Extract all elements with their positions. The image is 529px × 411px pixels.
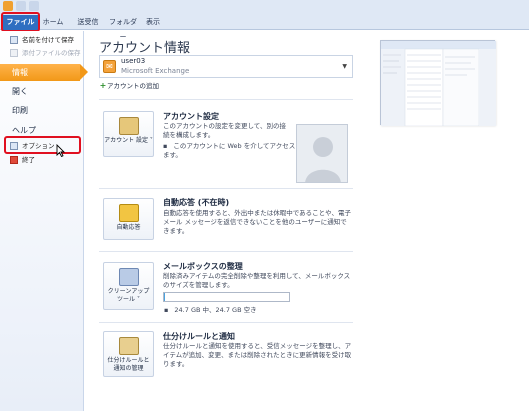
rules-alerts-button-label: 仕分けルールと 通知の管理: [107, 357, 150, 372]
mouse-cursor-icon: [56, 144, 65, 157]
account-type: Microsoft Exchange: [121, 67, 190, 75]
chevron-down-icon: ▼: [342, 63, 347, 70]
tab-folder[interactable]: フォルダー: [107, 15, 139, 41]
mailbox-quota-bar: [163, 292, 290, 302]
cleanup-tools-button[interactable]: クリーンアップ ツール ˅: [103, 262, 154, 310]
divider: [99, 322, 353, 323]
attachment-icon: [10, 49, 18, 57]
outlook-app-icon: [3, 1, 13, 11]
account-settings-title: アカウント設定: [163, 112, 219, 121]
send-receive-icon[interactable]: [16, 1, 26, 11]
backstage-nav: 名前を付けて保存 添付ファイルの保存 情報 開く 印刷 ヘルプ オプション 終了: [0, 31, 88, 411]
auto-reply-button[interactable]: 自動応答: [103, 198, 154, 240]
cleanup-tools-button-label: クリーンアップ ツール ˅: [107, 288, 150, 303]
mailbox-quota-label: 24.7 GB 中、24.7 GB 空き: [174, 306, 257, 314]
account-settings-icon: [118, 117, 139, 135]
user-photo-placeholder[interactable]: [296, 124, 348, 183]
nav-exit-label: 終了: [22, 156, 35, 164]
account-name: user03: [121, 57, 146, 65]
person-silhouette-icon: [305, 137, 341, 182]
page-title: アカウント情報: [99, 41, 191, 56]
account-settings-bullet-text: このアカウントに Web を介してアクセスします。: [163, 142, 302, 159]
nav-save-attachments[interactable]: 添付ファイルの保存: [10, 48, 81, 59]
nav-print[interactable]: 印刷: [0, 102, 84, 119]
divider: [99, 188, 353, 189]
rules-alerts-icon: [118, 337, 139, 355]
mailbox-quota-text: ▪ 24.7 GB 中、24.7 GB 空き: [164, 304, 257, 314]
exit-icon: [10, 156, 18, 164]
auto-reply-title: 自動応答 (不在時): [163, 198, 230, 207]
save-as-icon: [10, 36, 18, 44]
nav-save-as[interactable]: 名前を付けて保存: [10, 35, 74, 46]
mailbox-quota-fill: [164, 293, 166, 301]
print-preview-thumbnail[interactable]: [380, 40, 496, 127]
auto-reply-desc: 自動応答を使用すると、外出中または休暇中であることや、電子メール メッセージを返…: [163, 209, 351, 235]
rules-alerts-button[interactable]: 仕分けルールと 通知の管理: [103, 331, 154, 377]
tab-view[interactable]: 表示: [141, 15, 165, 30]
bullet-icon: ▪: [163, 142, 168, 150]
auto-reply-icon: [118, 204, 139, 222]
divider: [99, 251, 353, 252]
account-settings-button-label: アカウント 設定 ˅: [104, 137, 153, 144]
account-settings-bullet: ▪ このアカウントに Web を介してアクセスします。: [163, 142, 303, 160]
cleanup-tools-icon: [118, 268, 139, 286]
nav-open[interactable]: 開く: [0, 83, 84, 100]
add-account-button[interactable]: +アカウントの追加: [99, 81, 159, 92]
add-account-label: アカウントの追加: [107, 82, 159, 90]
account-selector[interactable]: ✉ user03 Microsoft Exchange ▼: [99, 55, 353, 78]
nav-save-attachments-label: 添付ファイルの保存: [22, 49, 81, 57]
ribbon-tabs: ファイル ホーム 送受信 フォルダー 表示: [0, 13, 529, 41]
nav-exit[interactable]: 終了: [10, 155, 35, 166]
plus-icon: +: [99, 81, 107, 90]
title-bar: [0, 0, 529, 13]
auto-reply-button-label: 自動応答: [116, 224, 141, 231]
nav-info[interactable]: 情報: [0, 64, 88, 81]
undo-icon[interactable]: [29, 1, 39, 11]
account-settings-desc: このアカウントの設定を変更して、別の接続を構成します。: [163, 122, 286, 139]
bullet-icon: ▪: [164, 306, 169, 314]
rules-alerts-desc: 仕分けルールと通知を使用すると、受信メッセージを整理し、アイテムが追加、変更、ま…: [163, 342, 352, 368]
options-highlight: [4, 136, 81, 154]
file-tab-highlight: [1, 12, 40, 32]
account-settings-button[interactable]: アカウント 設定 ˅: [103, 111, 154, 157]
tab-send-receive[interactable]: 送受信: [72, 15, 104, 30]
mailbox-cleanup-desc: 削除済みアイテムの完全削除や整理を利用して、メールボックスのサイズを管理します。: [163, 272, 351, 289]
outlook-window-thumbnail-icon: [381, 41, 496, 127]
exchange-icon: ✉: [103, 60, 116, 73]
divider: [99, 99, 353, 100]
rules-alerts-title: 仕分けルールと通知: [163, 332, 235, 341]
nav-save-as-label: 名前を付けて保存: [22, 36, 74, 44]
tab-home[interactable]: ホーム: [38, 15, 68, 30]
mailbox-cleanup-title: メールボックスの整理: [163, 262, 243, 271]
